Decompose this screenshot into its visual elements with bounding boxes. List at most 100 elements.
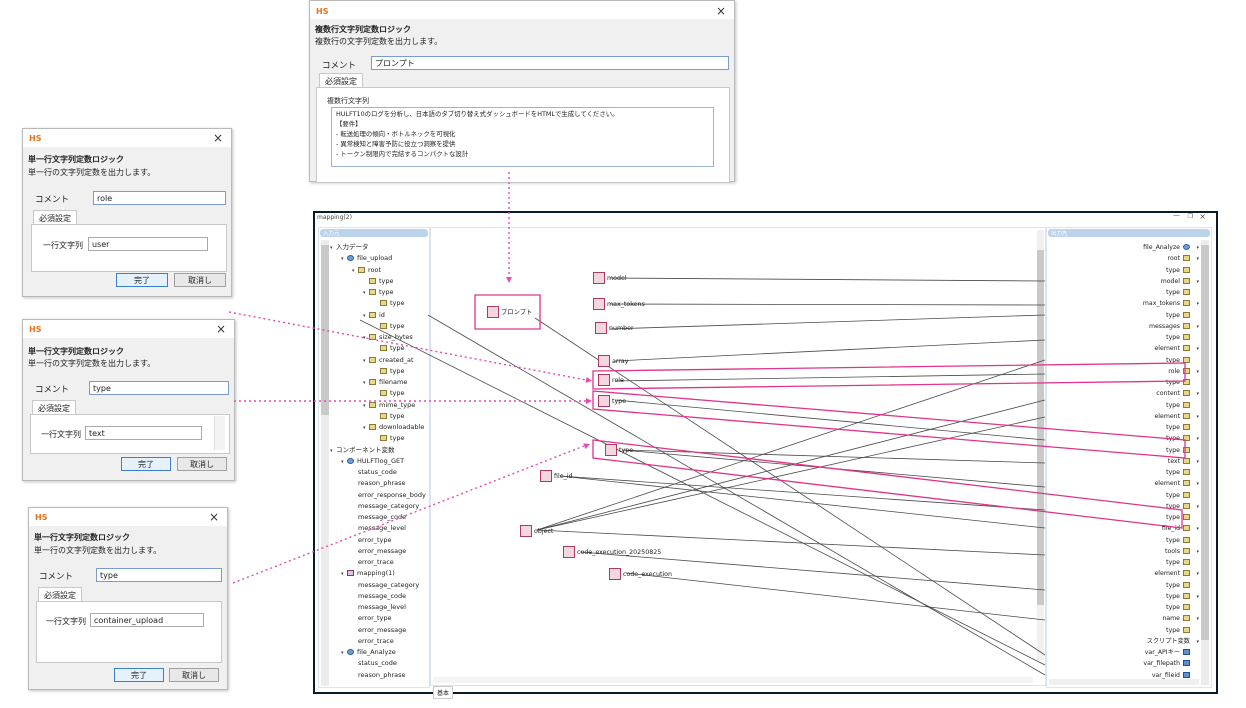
source-tree-item[interactable]: ▾ size_bytes (363, 332, 413, 343)
target-tree-item[interactable]: type (1166, 355, 1199, 366)
target-tree-item[interactable]: type ▾ (1166, 433, 1199, 444)
canvas-hscrollbar[interactable] (433, 677, 1033, 683)
target-tree-item[interactable]: type ▾ (1166, 591, 1199, 602)
target-tree-item[interactable]: messages ▾ (1149, 321, 1199, 332)
target-tree-item[interactable]: max_tokens ▾ (1143, 298, 1199, 309)
source-tree-item[interactable]: ▾ root (352, 265, 381, 276)
source-tree-item[interactable]: ▾ 入力データ (330, 242, 369, 253)
logic-node[interactable]: type (605, 444, 633, 456)
source-tree-item[interactable]: type (374, 321, 405, 332)
target-tree-item[interactable]: element ▾ (1154, 343, 1199, 354)
target-tree-item[interactable]: root ▾ (1168, 253, 1199, 264)
target-scroll-thumb[interactable] (1201, 245, 1209, 640)
source-tree-item[interactable]: message_code (352, 591, 406, 602)
target-tree-item[interactable]: file_id ▾ (1162, 523, 1199, 534)
source-tree-item[interactable]: type (374, 388, 405, 399)
close-icon[interactable]: × (1199, 212, 1206, 221)
source-tree-item[interactable]: ▾ file_Analyze (341, 647, 396, 658)
multiline-textarea[interactable]: HULFT10のログを分析し、日本語のタブ切り替え式ダッシュボードをHTMLで生… (331, 107, 714, 167)
source-tree-item[interactable]: type (374, 433, 405, 444)
source-tree-item[interactable]: ▾ mime_type (363, 400, 415, 411)
target-tree-item[interactable]: file_Analyze ▾ (1143, 242, 1199, 253)
target-tree-item[interactable]: text ▾ (1168, 456, 1199, 467)
logic-node[interactable]: max_tokens (593, 298, 645, 310)
target-tree-item[interactable]: type (1166, 467, 1199, 478)
string-value-input[interactable]: user (88, 237, 208, 251)
target-tree-item[interactable]: type (1166, 265, 1199, 276)
source-tree-item[interactable]: ▾ HULFTlog_GET (341, 456, 404, 467)
source-tree-item[interactable]: ▾ file_upload (341, 253, 392, 264)
target-tree-item[interactable]: type (1166, 490, 1199, 501)
target-hscrollbar[interactable] (1049, 679, 1199, 685)
target-tree-item[interactable]: type (1166, 377, 1199, 388)
logic-node[interactable]: number (595, 322, 634, 334)
close-icon[interactable]: × (213, 131, 223, 145)
source-tree-item[interactable]: message_level (352, 523, 406, 534)
canvas-scroll-thumb[interactable] (1037, 250, 1044, 605)
source-scroll-thumb[interactable] (321, 245, 329, 415)
source-tree-item[interactable]: type (374, 411, 405, 422)
target-tree-item[interactable]: tools ▾ (1165, 546, 1199, 557)
target-tree-item[interactable]: content ▾ (1156, 388, 1199, 399)
canvas-vscrollbar[interactable] (1037, 230, 1044, 660)
ok-button[interactable]: 完了 (114, 668, 164, 682)
target-tree-item[interactable]: type (1166, 557, 1199, 568)
target-tree-item[interactable]: type (1166, 512, 1199, 523)
target-tree-item[interactable]: var_APIキー (1145, 647, 1199, 658)
source-tree-item[interactable]: error_type (352, 613, 392, 624)
source-tree-item[interactable]: type (374, 298, 405, 309)
source-scrollbar[interactable] (321, 240, 329, 686)
bottom-tab-basic[interactable]: 基本 (433, 686, 454, 699)
source-tree-item[interactable]: status_code (352, 658, 397, 669)
cancel-button[interactable]: 取消し (169, 668, 219, 682)
logic-node[interactable]: file_id (540, 470, 573, 482)
target-tree-item[interactable]: type (1166, 332, 1199, 343)
target-scrollbar[interactable] (1201, 240, 1209, 685)
target-tree-item[interactable]: var_filepath (1143, 658, 1199, 669)
logic-node[interactable]: プロンプト (487, 306, 532, 318)
target-tree-item[interactable]: name ▾ (1162, 613, 1199, 624)
source-tree-item[interactable]: error_response_body (352, 490, 426, 501)
source-tree-item[interactable]: type (374, 343, 405, 354)
source-tree-item[interactable]: message_category (352, 501, 419, 512)
source-tree-item[interactable]: error_type (352, 535, 392, 546)
source-tree-item[interactable]: error_message (352, 546, 406, 557)
source-tree-item[interactable]: type (363, 276, 394, 287)
close-icon[interactable]: × (216, 322, 226, 336)
target-tree-item[interactable]: type ▾ (1166, 501, 1199, 512)
string-value-input[interactable]: text (85, 426, 202, 440)
source-tree-item[interactable]: error_message (352, 625, 406, 636)
target-tree-item[interactable]: type (1166, 445, 1199, 456)
source-tree-item[interactable]: error_trace (352, 636, 394, 647)
string-value-input[interactable]: container_upload (90, 613, 204, 627)
target-tree-item[interactable]: type (1166, 625, 1199, 636)
source-tree-item[interactable]: reason_phrase (352, 670, 406, 681)
target-tree-item[interactable]: element ▾ (1154, 478, 1199, 489)
target-tree-item[interactable]: スクリプト変数 ▾ (1147, 636, 1199, 647)
source-tree-item[interactable]: ▾ filename (363, 377, 407, 388)
target-tree-item[interactable]: type (1166, 400, 1199, 411)
ok-button[interactable]: 完了 (116, 273, 168, 287)
target-tree-item[interactable]: type (1166, 287, 1199, 298)
logic-node[interactable]: model (593, 272, 627, 284)
source-tree-item[interactable]: ▾ mapping(1) (341, 568, 395, 579)
source-tree-item[interactable]: reason_phrase (352, 478, 406, 489)
target-tree-item[interactable]: element ▾ (1154, 411, 1199, 422)
source-tree-item[interactable]: ▾ id (363, 310, 385, 321)
target-tree-item[interactable]: type (1166, 422, 1199, 433)
source-tree-item[interactable]: status_code (352, 467, 397, 478)
cancel-button[interactable]: 取消し (177, 457, 227, 471)
source-tree-item[interactable]: ▾ コンポーネント変数 (330, 445, 395, 456)
source-tree-item[interactable]: message_code (352, 512, 406, 523)
logic-node[interactable]: code_execution (609, 568, 672, 580)
comment-input[interactable]: type (96, 568, 222, 582)
source-tree-item[interactable]: message_category (352, 580, 419, 591)
logic-node[interactable]: type (598, 395, 626, 407)
close-icon[interactable]: × (209, 510, 219, 524)
expand-toggle-icon[interactable]: ▾ (341, 254, 347, 265)
target-tree-item[interactable]: model ▾ (1161, 276, 1199, 287)
cancel-button[interactable]: 取消し (174, 273, 226, 287)
target-tree-item[interactable]: type (1166, 310, 1199, 321)
logic-node[interactable]: role (598, 374, 624, 386)
source-tree-item[interactable]: ▾ created_at (363, 355, 414, 366)
